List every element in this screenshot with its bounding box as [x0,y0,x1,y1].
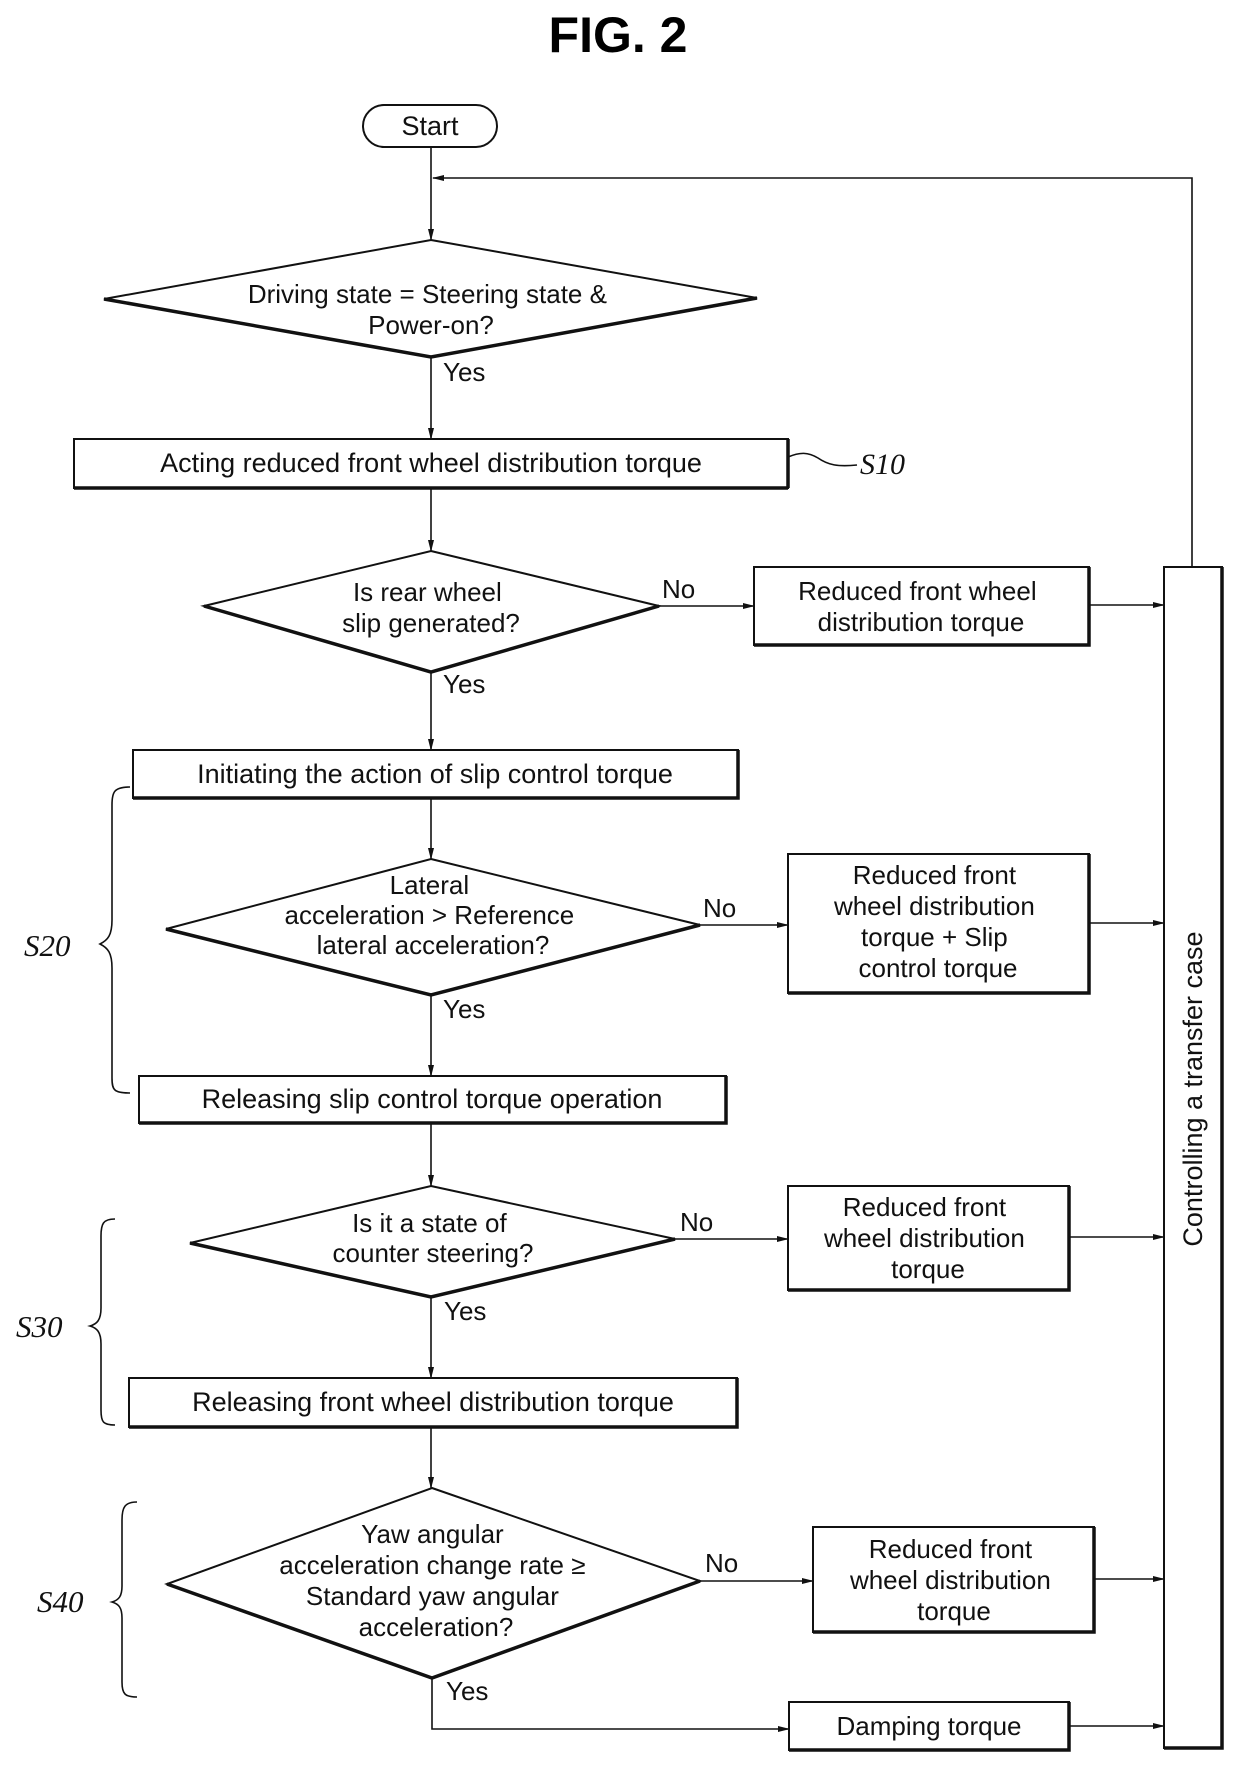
text-line: slip generated? [342,608,520,638]
process-releasing-slip-control: Releasing slip control torque operation [138,1075,728,1125]
decision-rear-wheel-slip-text: Is rear wheel slip generated? [342,577,520,638]
yes-label: Yes [446,1676,488,1706]
yes-label: Yes [443,357,485,387]
text-line: wheel distribution [823,1223,1025,1253]
process-text: Reduced front wheel distribution torque … [833,860,1042,983]
decision-counter-steering: Is it a state of counter steering? No Ye… [189,1184,713,1326]
text-line: Is it a state of [352,1208,507,1238]
process-text: Controlling a transfer case [1178,931,1208,1246]
step-label-s30: S30 [16,1309,63,1344]
yes-label: Yes [443,669,485,699]
text-line: Reduced front wheel [798,576,1036,606]
process-controlling-transfer-case: Controlling a transfer case [1163,566,1224,1750]
figure-title: FIG. 2 [549,7,688,63]
yes-label: Yes [443,994,485,1024]
feedback-loop [432,175,1193,567]
flowchart: FIG. 2 Start Driving state = Steering st… [16,7,1224,1752]
text-line: distribution torque [818,607,1025,637]
start-label: Start [401,111,459,141]
no-label: No [703,893,736,923]
text-line: Reduced front [843,1192,1007,1222]
decision-lateral-acceleration-text: Lateral acceleration > Reference lateral… [284,870,581,960]
s10-leader-line [787,452,858,467]
step-label-s20: S20 [24,928,71,963]
decision-rear-wheel-slip: Is rear wheel slip generated? No Yes [200,549,695,699]
yes-label: Yes [444,1296,486,1326]
process-text: Releasing front wheel distribution torqu… [192,1387,674,1417]
decision-yaw-acceleration: Yaw angular acceleration change rate ≥ S… [164,1486,738,1706]
decision-lateral-acceleration: Lateral acceleration > Reference lateral… [165,857,736,1024]
text-line: Reduced front [853,860,1017,890]
brace-s20 [98,786,131,1094]
process-acting-reduced-torque: Acting reduced front wheel distribution … [73,438,790,490]
step-label-s10: S10 [860,448,905,481]
process-text: Initiating the action of slip control to… [197,759,673,789]
step-label-s40: S40 [37,1584,84,1619]
process-text: Acting reduced front wheel distribution … [160,448,702,478]
text-line: torque + Slip [861,922,1008,952]
decision-counter-steering-text: Is it a state of counter steering? [333,1208,534,1268]
process-damping-torque: Damping torque [788,1701,1071,1752]
text-line: Lateral [390,870,470,900]
text-line: wheel distribution [833,891,1035,921]
text-line: Is rear wheel [353,577,502,607]
text-line: Yaw angular [361,1519,504,1549]
process-releasing-front-torque: Releasing front wheel distribution torqu… [128,1377,739,1429]
process-reduced-torque-1: Reduced front wheel distribution torque [753,566,1091,647]
text-line: acceleration? [359,1612,514,1642]
text-line: Standard yaw angular [306,1581,559,1611]
no-label: No [705,1548,738,1578]
start-terminal: Start [362,104,498,148]
text-line: control torque [859,953,1018,983]
no-label: No [662,574,695,604]
text-line: Power-on? [368,310,494,340]
process-text: Reduced front wheel distribution torque [798,576,1044,637]
no-label: No [680,1207,713,1237]
process-reduced-plus-slip: Reduced front wheel distribution torque … [787,853,1091,995]
process-text: Damping torque [837,1711,1022,1741]
brace-s40 [109,1501,138,1698]
text-line: acceleration > Reference [284,900,574,930]
text-line: torque [891,1254,965,1284]
text-line: counter steering? [333,1238,534,1268]
text-line: acceleration change rate ≥ [279,1550,585,1580]
text-line: torque [917,1596,991,1626]
text-line: Driving state = Steering state & [248,279,607,309]
text-line: lateral acceleration? [317,930,550,960]
text-line: Reduced front [869,1534,1033,1564]
process-reduced-torque-3: Reduced front wheel distribution torque [787,1185,1071,1292]
process-initiating-slip-control: Initiating the action of slip control to… [132,749,740,800]
process-text: Releasing slip control torque operation [202,1084,663,1114]
text-line: wheel distribution [849,1565,1051,1595]
brace-s30 [87,1218,116,1426]
process-reduced-torque-4: Reduced front wheel distribution torque [812,1526,1096,1634]
